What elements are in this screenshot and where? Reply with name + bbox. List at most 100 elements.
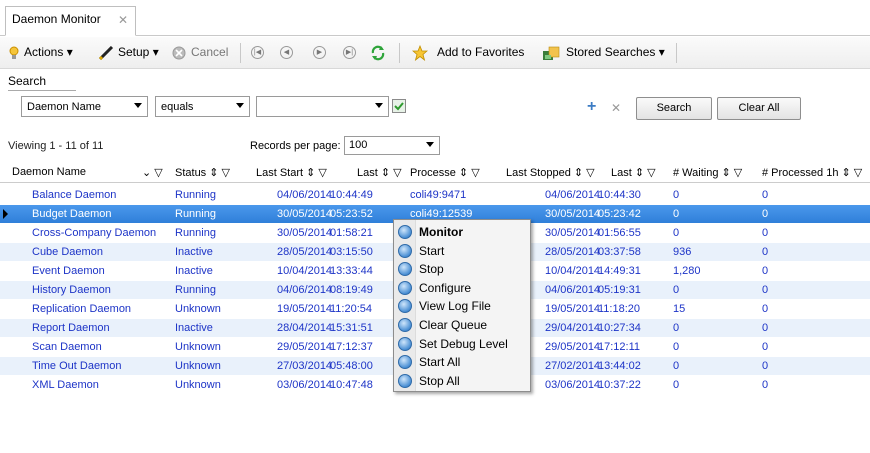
add-to-favorites-button[interactable]: Add to Favorites bbox=[437, 45, 524, 59]
cell-start-time: 05:48:00 bbox=[330, 360, 373, 372]
daemon-action-icon bbox=[398, 262, 412, 277]
pencil-icon bbox=[98, 46, 114, 60]
cell-stop-date: 29/04/2014 bbox=[545, 322, 601, 334]
cell-name[interactable]: Report Daemon bbox=[32, 322, 110, 334]
sort-icon[interactable]: ⌄ ▽ bbox=[142, 166, 163, 179]
cell-start-time: 05:23:52 bbox=[330, 208, 373, 220]
cell-name[interactable]: Cube Daemon bbox=[32, 246, 103, 258]
menu-item-view-log-file[interactable]: View Log File bbox=[394, 297, 530, 315]
actions-menu[interactable]: Actions ▾ bbox=[24, 45, 73, 59]
column-header-processed-1h[interactable]: # Processed 1h ⇕ ▽ bbox=[762, 166, 862, 179]
cell-start-date: 04/06/2014 bbox=[277, 284, 333, 296]
search-operator-select[interactable]: equals bbox=[155, 96, 250, 117]
column-header-status[interactable]: Status ⇕ ▽ bbox=[175, 166, 230, 179]
column-header-daemon-name[interactable]: Daemon Name bbox=[12, 166, 86, 178]
column-header-last-start-time[interactable]: Last ⇕ ▽ bbox=[357, 166, 402, 179]
cell-name[interactable]: Time Out Daemon bbox=[32, 360, 121, 372]
cell-stop-time: 01:56:55 bbox=[598, 227, 641, 239]
menu-item-clear-queue[interactable]: Clear Queue bbox=[394, 316, 530, 334]
close-icon[interactable]: ✕ bbox=[118, 13, 128, 27]
column-header-last-stop-time[interactable]: Last ⇕ ▽ bbox=[611, 166, 656, 179]
search-field-select[interactable]: Daemon Name bbox=[21, 96, 148, 117]
cell-processed: 0 bbox=[762, 303, 769, 315]
tab-daemon-monitor[interactable]: Daemon Monitor ✕ bbox=[5, 6, 136, 36]
setup-menu[interactable]: Setup ▾ bbox=[118, 45, 159, 59]
apply-icon[interactable] bbox=[392, 99, 406, 113]
cell-status: Inactive bbox=[175, 246, 213, 258]
cell-waiting: 0 bbox=[673, 360, 680, 372]
search-section-title: Search bbox=[8, 74, 47, 88]
cell-start-date: 28/05/2014 bbox=[277, 246, 333, 258]
cell-processed: 0 bbox=[762, 322, 769, 334]
cell-stop-date: 04/06/2014 bbox=[545, 189, 601, 201]
cell-start-date: 30/05/2014 bbox=[277, 208, 333, 220]
menu-item-set-debug-level[interactable]: Set Debug Level bbox=[394, 335, 530, 353]
chevron-down-icon bbox=[426, 142, 434, 147]
cell-process: coli49:9471 bbox=[410, 189, 467, 201]
cell-start-time: 10:44:49 bbox=[330, 189, 373, 201]
stored-searches-menu[interactable]: Stored Searches ▾ bbox=[566, 45, 665, 59]
clear-all-button[interactable]: Clear All bbox=[717, 97, 801, 120]
cell-status: Inactive bbox=[175, 322, 213, 334]
menu-item-stop-all[interactable]: Stop All bbox=[394, 372, 530, 390]
daemon-action-icon bbox=[398, 373, 412, 388]
current-row-indicator-icon bbox=[3, 209, 8, 219]
cell-stop-time: 05:19:31 bbox=[598, 284, 641, 296]
cell-processed: 0 bbox=[762, 189, 769, 201]
menu-item-stop[interactable]: Stop bbox=[394, 260, 530, 278]
cell-stop-date: 30/05/2014 bbox=[545, 208, 601, 220]
grid-header: Daemon Name ⌄ ▽ Status ⇕ ▽ Last Start ⇕ … bbox=[0, 161, 870, 183]
cell-processed: 0 bbox=[762, 208, 769, 220]
cell-status: Inactive bbox=[175, 265, 213, 277]
tab-title: Daemon Monitor bbox=[12, 12, 101, 26]
records-per-page-select[interactable]: 100 bbox=[344, 136, 440, 155]
cell-start-date: 28/04/2014 bbox=[277, 322, 333, 334]
menu-item-configure[interactable]: Configure bbox=[394, 279, 530, 297]
cell-name[interactable]: Balance Daemon bbox=[32, 189, 116, 201]
column-header-process[interactable]: Processe ⇕ ▽ bbox=[410, 166, 480, 179]
menu-item-start[interactable]: Start bbox=[394, 242, 530, 260]
cell-status: Unknown bbox=[175, 303, 221, 315]
last-page-icon[interactable]: ▶| bbox=[343, 46, 356, 59]
cell-start-date: 19/05/2014 bbox=[277, 303, 333, 315]
cell-name[interactable]: XML Daemon bbox=[32, 379, 99, 391]
chevron-down-icon bbox=[375, 103, 383, 108]
column-header-last-stopped[interactable]: Last Stopped ⇕ ▽ bbox=[506, 166, 595, 179]
next-page-icon[interactable]: ▶ bbox=[313, 46, 326, 59]
cell-start-time: 08:19:49 bbox=[330, 284, 373, 296]
add-criteria-icon[interactable]: + bbox=[587, 98, 596, 116]
cell-waiting: 0 bbox=[673, 208, 680, 220]
menu-item-label: Clear Queue bbox=[419, 318, 488, 332]
cell-stop-date: 10/04/2014 bbox=[545, 265, 601, 277]
refresh-icon[interactable] bbox=[370, 45, 386, 61]
cell-processed: 0 bbox=[762, 246, 769, 258]
cell-name[interactable]: Scan Daemon bbox=[32, 341, 102, 353]
column-header-last-start[interactable]: Last Start ⇕ ▽ bbox=[256, 166, 327, 179]
search-value-input[interactable] bbox=[256, 96, 389, 117]
cell-start-date: 27/03/2014 bbox=[277, 360, 333, 372]
column-header-waiting[interactable]: # Waiting ⇕ ▽ bbox=[673, 166, 742, 179]
cell-status: Running bbox=[175, 189, 216, 201]
daemon-action-icon bbox=[398, 243, 412, 258]
chevron-down-icon bbox=[134, 103, 142, 108]
cell-name[interactable]: Replication Daemon bbox=[32, 303, 131, 315]
first-page-icon[interactable]: |◀ bbox=[251, 46, 264, 59]
menu-item-start-all[interactable]: Start All bbox=[394, 353, 530, 371]
cell-stop-date: 28/05/2014 bbox=[545, 246, 601, 258]
cell-name[interactable]: History Daemon bbox=[32, 284, 111, 296]
cell-status: Unknown bbox=[175, 341, 221, 353]
previous-page-icon[interactable]: ◀ bbox=[280, 46, 293, 59]
cell-stop-time: 17:12:11 bbox=[598, 341, 641, 353]
cell-name[interactable]: Cross-Company Daemon bbox=[32, 227, 156, 239]
cell-stop-time: 10:27:34 bbox=[598, 322, 641, 334]
cell-name[interactable]: Event Daemon bbox=[32, 265, 105, 277]
daemon-action-icon bbox=[398, 225, 412, 239]
remove-criteria-icon[interactable]: ✕ bbox=[611, 101, 621, 115]
cell-stop-time: 11:18:20 bbox=[598, 303, 641, 315]
search-button[interactable]: Search bbox=[636, 97, 712, 120]
cell-name[interactable]: Budget Daemon bbox=[32, 208, 112, 220]
cell-stop-time: 13:44:02 bbox=[598, 360, 641, 372]
table-row[interactable]: Balance Daemon Running 04/06/2014 10:44:49 c… bbox=[0, 186, 870, 204]
cancel-button[interactable]: Cancel bbox=[191, 45, 228, 59]
menu-item-monitor[interactable]: Monitor bbox=[394, 223, 530, 241]
